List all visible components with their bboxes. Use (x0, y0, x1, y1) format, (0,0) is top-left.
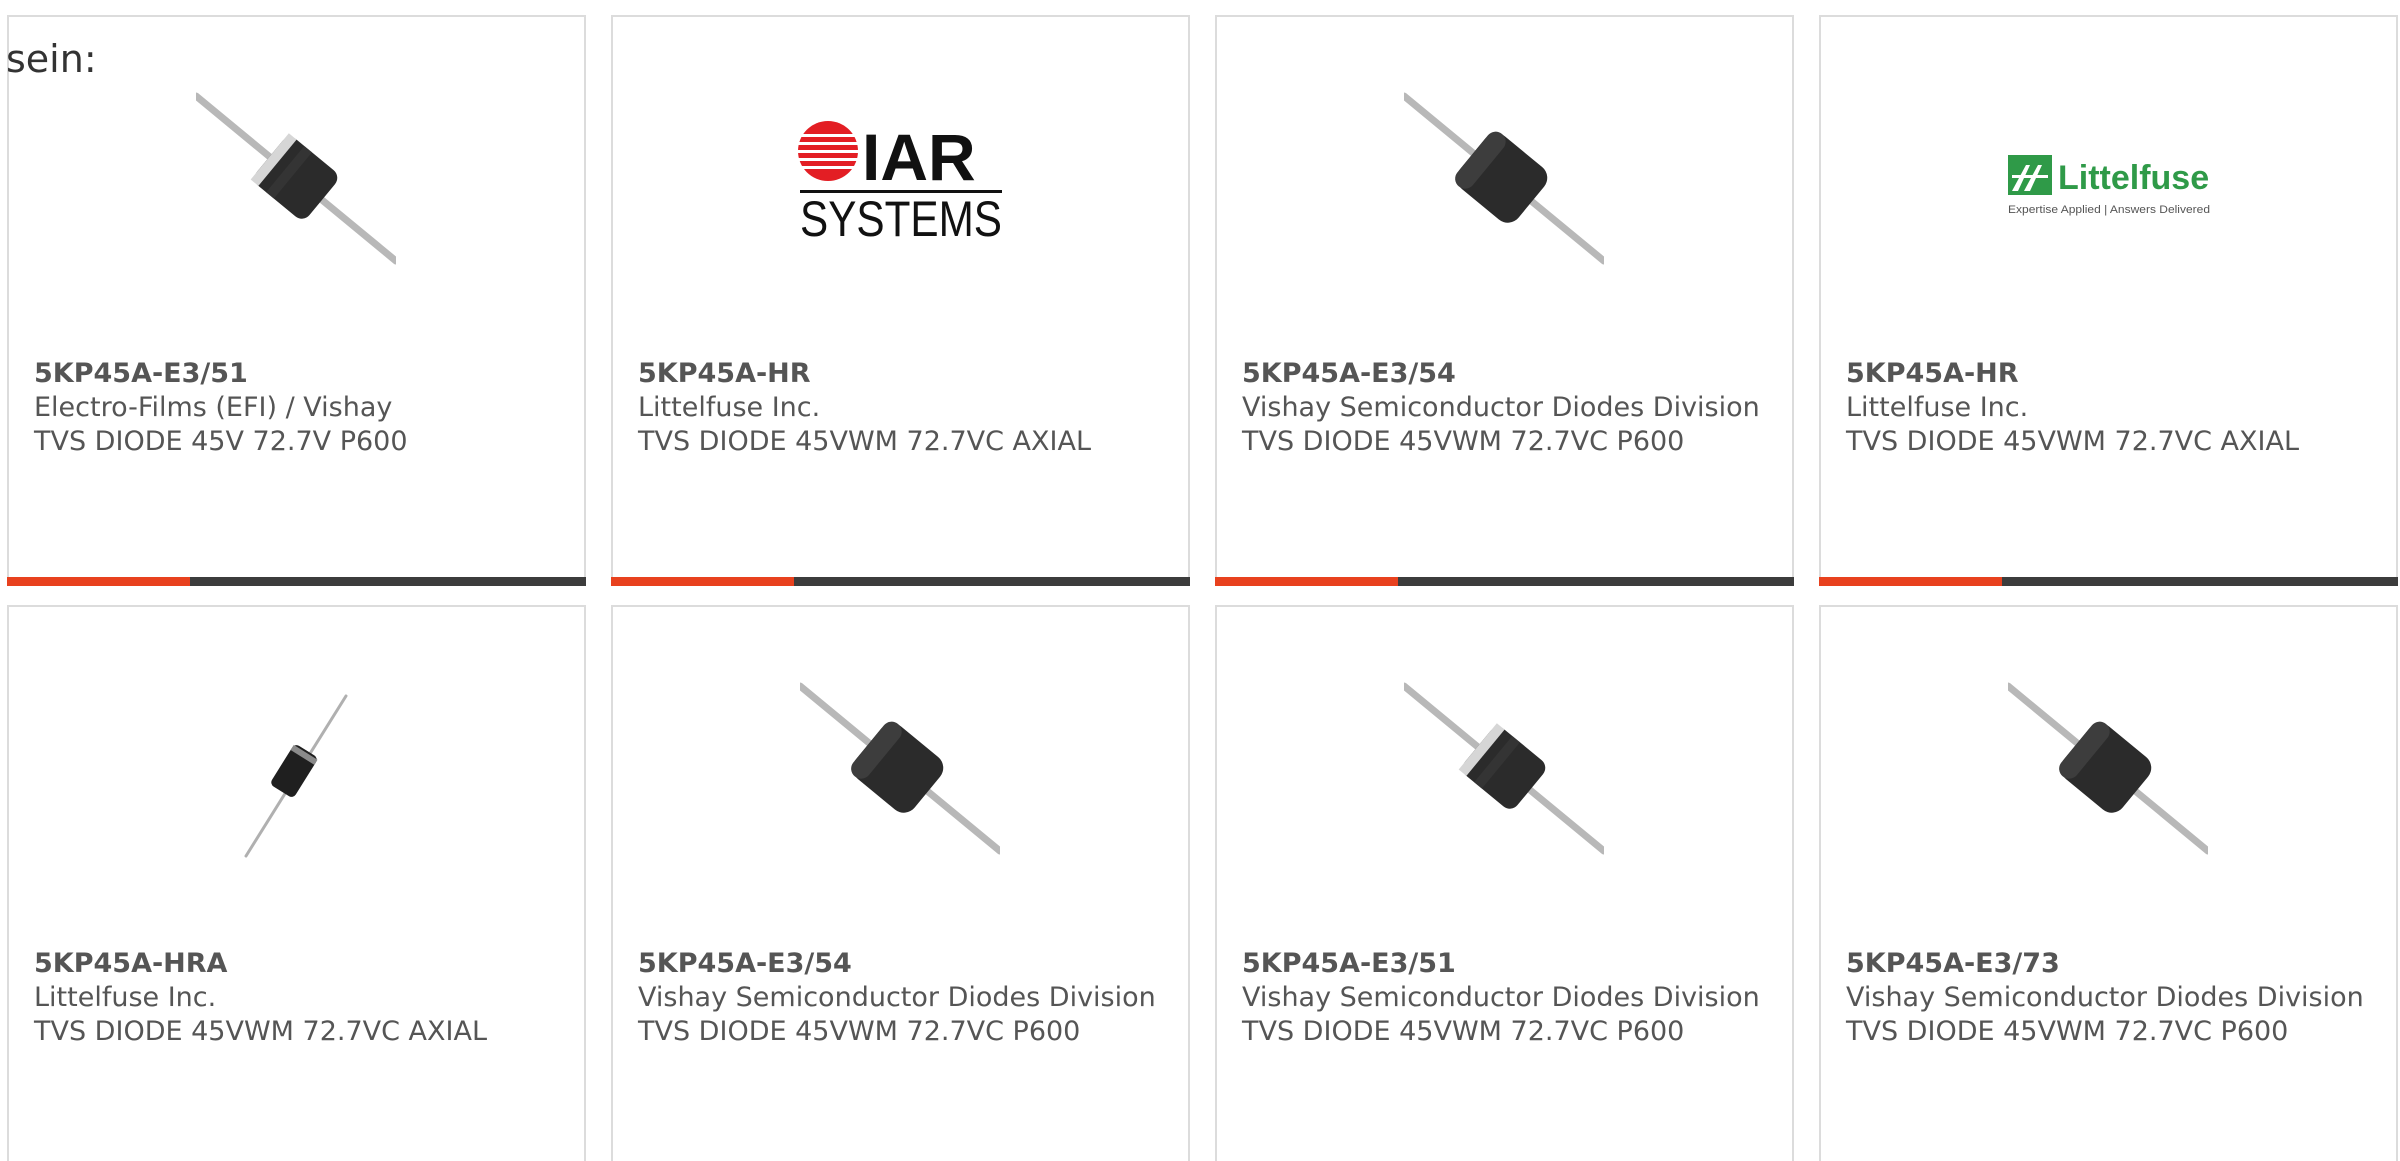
part-number[interactable]: 5KP45A-E3/51 (1242, 948, 1456, 979)
product-info: 5KP45A-HR Littelfuse Inc. TVS DIODE 45VW… (1846, 357, 2366, 459)
product-image (196, 676, 396, 876)
product-card[interactable]: Littelfuse Expertise Applied | Answers D… (1819, 15, 2398, 586)
axial-diode-icon (800, 676, 1000, 876)
small-axial-diode-icon (196, 676, 396, 876)
product-image: Littelfuse Expertise Applied | Answers D… (2004, 151, 2214, 221)
card-bottom-bar (1215, 577, 1794, 586)
product-info: 5KP45A-E3/54 Vishay Semiconductor Diodes… (1242, 357, 1762, 459)
product-description: TVS DIODE 45VWM 72.7VC P600 (1846, 1016, 2289, 1047)
manufacturer: Vishay Semiconductor Diodes Division (638, 982, 1156, 1013)
part-number[interactable]: 5KP45A-HR (638, 358, 811, 389)
manufacturer: Littelfuse Inc. (1846, 392, 2029, 423)
manufacturer: Littelfuse Inc. (34, 982, 217, 1013)
product-image (196, 86, 396, 286)
product-description: TVS DIODE 45VWM 72.7VC P600 (1242, 426, 1685, 457)
axial-diode-icon (1404, 86, 1604, 286)
product-description: TVS DIODE 45VWM 72.7VC P600 (1242, 1016, 1685, 1047)
product-card[interactable]: 5KP45A-HRA Littelfuse Inc. TVS DIODE 45V… (7, 605, 586, 1161)
product-description: TVS DIODE 45VWM 72.7VC P600 (638, 1016, 1081, 1047)
manufacturer: Vishay Semiconductor Diodes Division (1242, 392, 1760, 423)
logo-tagline: Expertise Applied | Answers Delivered (2008, 204, 2210, 216)
product-image (1404, 86, 1604, 286)
part-number[interactable]: 5KP45A-E3/73 (1846, 948, 2060, 979)
part-number[interactable]: 5KP45A-HRA (34, 948, 227, 979)
product-card[interactable]: 5KP45A-E3/51 Vishay Semiconductor Diodes… (1215, 605, 1794, 1161)
part-number[interactable]: 5KP45A-HR (1846, 358, 2019, 389)
part-number[interactable]: 5KP45A-E3/51 (34, 358, 248, 389)
product-description: TVS DIODE 45VWM 72.7VC AXIAL (34, 1016, 487, 1047)
product-card[interactable]: 5KP45A-E3/51 Electro-Films (EFI) / Visha… (7, 15, 586, 586)
manufacturer: Vishay Semiconductor Diodes Division (1846, 982, 2364, 1013)
manufacturer: Littelfuse Inc. (638, 392, 821, 423)
product-card[interactable]: 5KP45A-E3/73 Vishay Semiconductor Diodes… (1819, 605, 2398, 1161)
card-bottom-bar (7, 577, 586, 586)
axial-diode-banded-icon (196, 86, 396, 286)
product-image (800, 676, 1000, 876)
product-description: TVS DIODE 45VWM 72.7VC AXIAL (638, 426, 1091, 457)
product-image (2008, 676, 2208, 876)
product-image (1404, 676, 1604, 876)
card-accent-bar (1215, 577, 1398, 586)
logo-text-systems: SYSTEMS (800, 191, 1002, 246)
product-info: 5KP45A-E3/51 Electro-Films (EFI) / Visha… (34, 357, 554, 459)
iar-systems-logo: IAR SYSTEMS (796, 116, 1006, 246)
logo-text-littelfuse: Littelfuse (2058, 159, 2209, 197)
product-info: 5KP45A-HRA Littelfuse Inc. TVS DIODE 45V… (34, 947, 554, 1049)
product-description: TVS DIODE 45VWM 72.7VC AXIAL (1846, 426, 2299, 457)
product-info: 5KP45A-E3/73 Vishay Semiconductor Diodes… (1846, 947, 2366, 1049)
product-grid: 5KP45A-E3/51 Electro-Films (EFI) / Visha… (7, 15, 2398, 1161)
axial-diode-banded-icon (1404, 676, 1604, 876)
part-number[interactable]: 5KP45A-E3/54 (638, 948, 852, 979)
logo-text-iar: IAR (862, 120, 976, 194)
card-bottom-bar (611, 577, 1190, 586)
card-accent-bar (611, 577, 794, 586)
product-image: IAR SYSTEMS (796, 116, 1006, 246)
card-accent-bar (1819, 577, 2002, 586)
axial-diode-icon (2008, 676, 2208, 876)
product-card[interactable]: 5KP45A-E3/54 Vishay Semiconductor Diodes… (611, 605, 1190, 1161)
manufacturer: Vishay Semiconductor Diodes Division (1242, 982, 1760, 1013)
product-info: 5KP45A-E3/54 Vishay Semiconductor Diodes… (638, 947, 1158, 1049)
product-info: 5KP45A-HR Littelfuse Inc. TVS DIODE 45VW… (638, 357, 1158, 459)
product-results-page: sein: 5KP45A-E3/51 Electro-Films (EFI) /… (0, 0, 2400, 1161)
product-info: 5KP45A-E3/51 Vishay Semiconductor Diodes… (1242, 947, 1762, 1049)
part-number[interactable]: 5KP45A-E3/54 (1242, 358, 1456, 389)
manufacturer: Electro-Films (EFI) / Vishay (34, 392, 393, 423)
card-accent-bar (7, 577, 190, 586)
product-description: TVS DIODE 45V 72.7V P600 (34, 426, 408, 457)
product-card[interactable]: 5KP45A-E3/54 Vishay Semiconductor Diodes… (1215, 15, 1794, 586)
intro-text: sein: (6, 37, 97, 81)
product-card[interactable]: IAR SYSTEMS 5KP45A-HR Littelfuse Inc. TV… (611, 15, 1190, 586)
littelfuse-logo: Littelfuse Expertise Applied | Answers D… (2004, 151, 2214, 221)
card-bottom-bar (1819, 577, 2398, 586)
